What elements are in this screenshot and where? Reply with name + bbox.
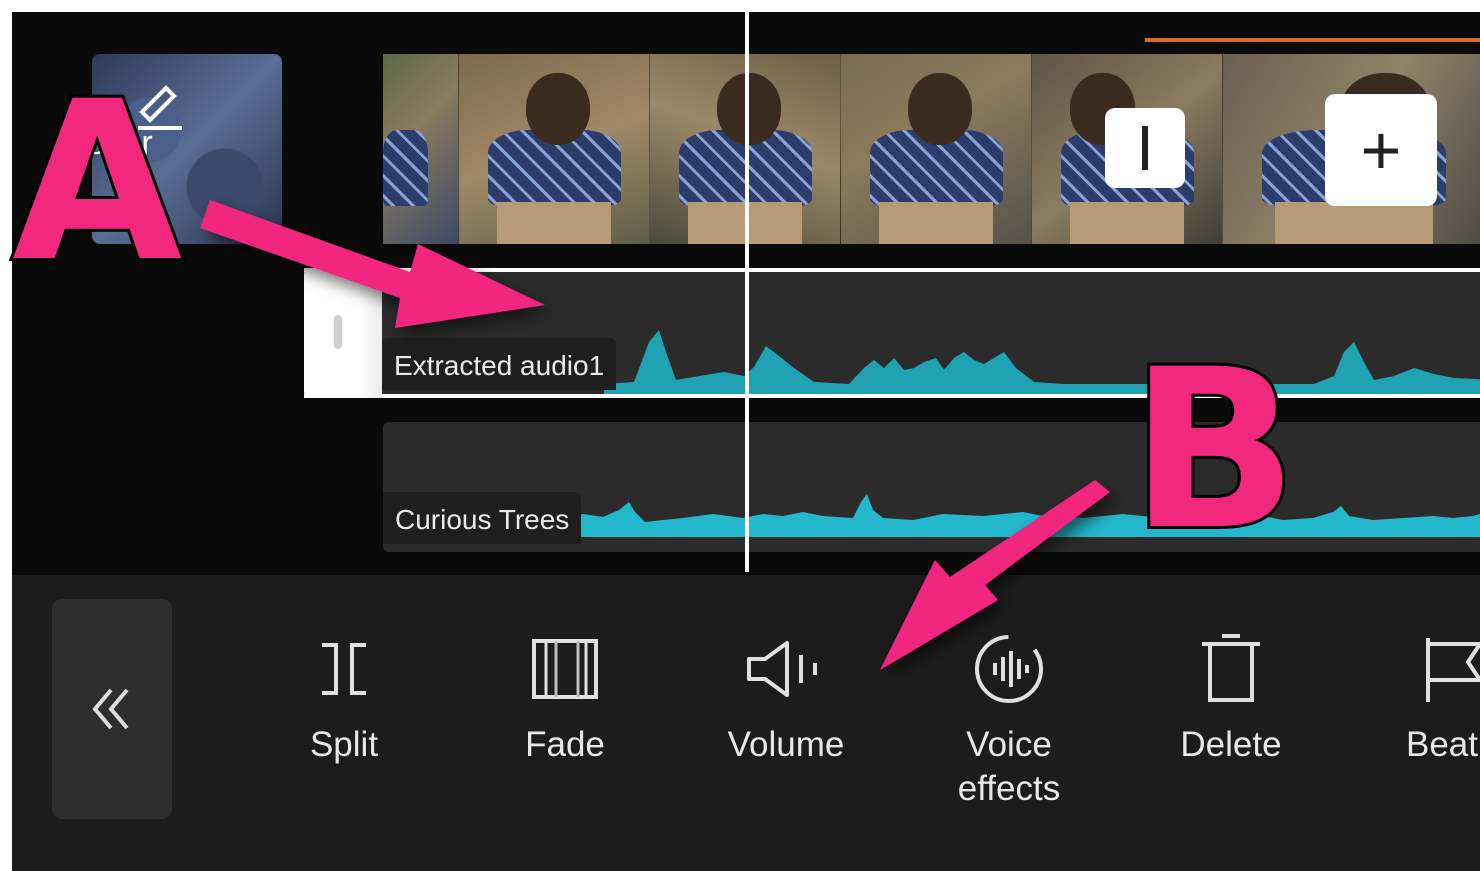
split-label: Split — [309, 725, 379, 764]
video-frame — [383, 54, 459, 244]
video-frame — [459, 54, 650, 244]
handle-grip-icon — [334, 315, 342, 349]
fade-label: Fade — [525, 725, 605, 764]
playhead[interactable] — [745, 12, 749, 572]
volume-icon — [747, 641, 817, 697]
audio-track-label: Extracted audio1 — [382, 338, 617, 390]
voice-effects-tool-button[interactable]: Voice effects — [914, 629, 1104, 811]
voice-effects-label: Voice effects — [957, 725, 1061, 808]
audio-track-label: Curious Trees — [383, 492, 582, 544]
fade-tool-button[interactable]: Fade — [470, 629, 660, 767]
volume-label: Volume — [727, 725, 845, 764]
beat-tool-button[interactable]: Beat — [1358, 629, 1480, 767]
video-track[interactable] — [383, 54, 1480, 244]
voice-effects-icon — [975, 635, 1043, 703]
delete-icon — [1202, 634, 1260, 702]
bottom-toolbar: Split Fade Volume Voice effects Delete B… — [12, 575, 1480, 871]
volume-tool-button[interactable]: Volume — [691, 629, 881, 767]
audio-trim-handle-left[interactable] — [304, 268, 382, 398]
delete-label: Delete — [1180, 725, 1282, 764]
beat-label: Beat — [1406, 725, 1478, 764]
split-tool-button[interactable]: Split — [249, 629, 439, 767]
annotation-label-b: B — [1127, 322, 1301, 578]
transition-button[interactable] — [1105, 108, 1185, 188]
double-chevron-left-icon — [92, 688, 129, 730]
annotation-label-a: A — [9, 54, 185, 310]
collapse-toolbar-button[interactable] — [52, 599, 172, 819]
video-frame — [841, 54, 1032, 244]
split-marker-icon — [1142, 126, 1148, 170]
split-icon — [322, 643, 366, 695]
add-clip-button[interactable]: + — [1325, 94, 1437, 206]
delete-tool-button[interactable]: Delete — [1136, 629, 1326, 767]
fade-icon — [532, 639, 598, 699]
beat-flag-icon — [1426, 638, 1480, 702]
trim-range-marker — [1145, 38, 1480, 42]
